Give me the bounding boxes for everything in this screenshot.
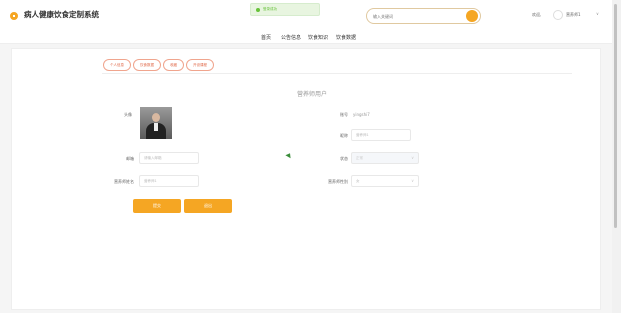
account-value: yingshi7 <box>353 112 370 117</box>
status-value: 正常 <box>356 156 363 160</box>
profile-panel: 个人信息 饮食数据 收藏 开设课程 营养师用户 头像 账号 yingshi7 昵… <box>11 48 601 310</box>
tab-profile[interactable]: 个人信息 <box>103 59 131 71</box>
success-icon <box>256 8 260 12</box>
chevron-down-icon[interactable]: ∨ <box>596 11 599 16</box>
page-title: 营养师用户 <box>296 91 327 98</box>
logout-button[interactable]: 退出 <box>184 199 232 213</box>
email-label: 邮箱 <box>126 156 134 161</box>
chevron-down-icon: ∨ <box>411 155 414 160</box>
toast-text: 登录成功 <box>263 7 277 11</box>
email-field[interactable]: 请输入邮箱 <box>139 152 199 164</box>
login-success-toast: 登录成功 <box>250 3 320 16</box>
nav-item-diet-data[interactable]: 饮食数据 <box>336 34 356 41</box>
gender-label: 营养师性别 <box>328 179 348 184</box>
gender-select[interactable]: 女 ∨ <box>351 175 419 187</box>
profile-avatar[interactable] <box>140 107 172 139</box>
tab-divider <box>102 73 572 74</box>
nav-item-diet-knowledge[interactable]: 饮食知识 <box>308 34 328 41</box>
nickname-label: 昵称 <box>340 133 348 138</box>
nav-item-home[interactable]: 首页 <box>261 34 271 41</box>
scrollbar-thumb[interactable] <box>614 4 617 228</box>
tab-courses[interactable]: 开设课程 <box>186 59 214 71</box>
name-field[interactable]: 营养师1 <box>139 175 199 187</box>
greeting-text: 欢迎, <box>532 12 542 17</box>
chevron-down-icon: ∨ <box>411 178 414 183</box>
avatar-label: 头像 <box>124 112 132 117</box>
submit-button[interactable]: 提交 <box>133 199 181 213</box>
nickname-field[interactable]: 营养师1 <box>351 129 411 141</box>
account-label: 账号 <box>340 112 348 117</box>
status-select: 正常 ∨ <box>351 152 419 164</box>
top-header: 病人健康饮食定制系统 登录成功 欢迎, 营养师1 ∨ <box>0 0 612 32</box>
app-root: 病人健康饮食定制系统 登录成功 欢迎, 营养师1 ∨ 首页 公告信息 饮食知识 … <box>0 0 621 313</box>
main-nav: 首页 公告信息 饮食知识 饮食数据 <box>0 32 612 44</box>
status-label: 状态 <box>340 156 348 161</box>
user-name[interactable]: 营养师1 <box>566 12 581 18</box>
name-label: 营养师姓名 <box>114 179 134 184</box>
logo-icon <box>10 12 18 20</box>
gender-value: 女 <box>356 179 360 183</box>
user-avatar-icon[interactable] <box>553 10 563 20</box>
vertical-scrollbar[interactable] <box>612 0 621 313</box>
search-input[interactable] <box>373 12 463 21</box>
nav-item-announcements[interactable]: 公告信息 <box>281 34 301 41</box>
tab-favorites[interactable]: 收藏 <box>163 59 184 71</box>
app-title: 病人健康饮食定制系统 <box>24 10 99 19</box>
search-box <box>366 8 481 24</box>
tab-diet-data[interactable]: 饮食数据 <box>133 59 161 71</box>
search-button[interactable] <box>466 10 478 22</box>
